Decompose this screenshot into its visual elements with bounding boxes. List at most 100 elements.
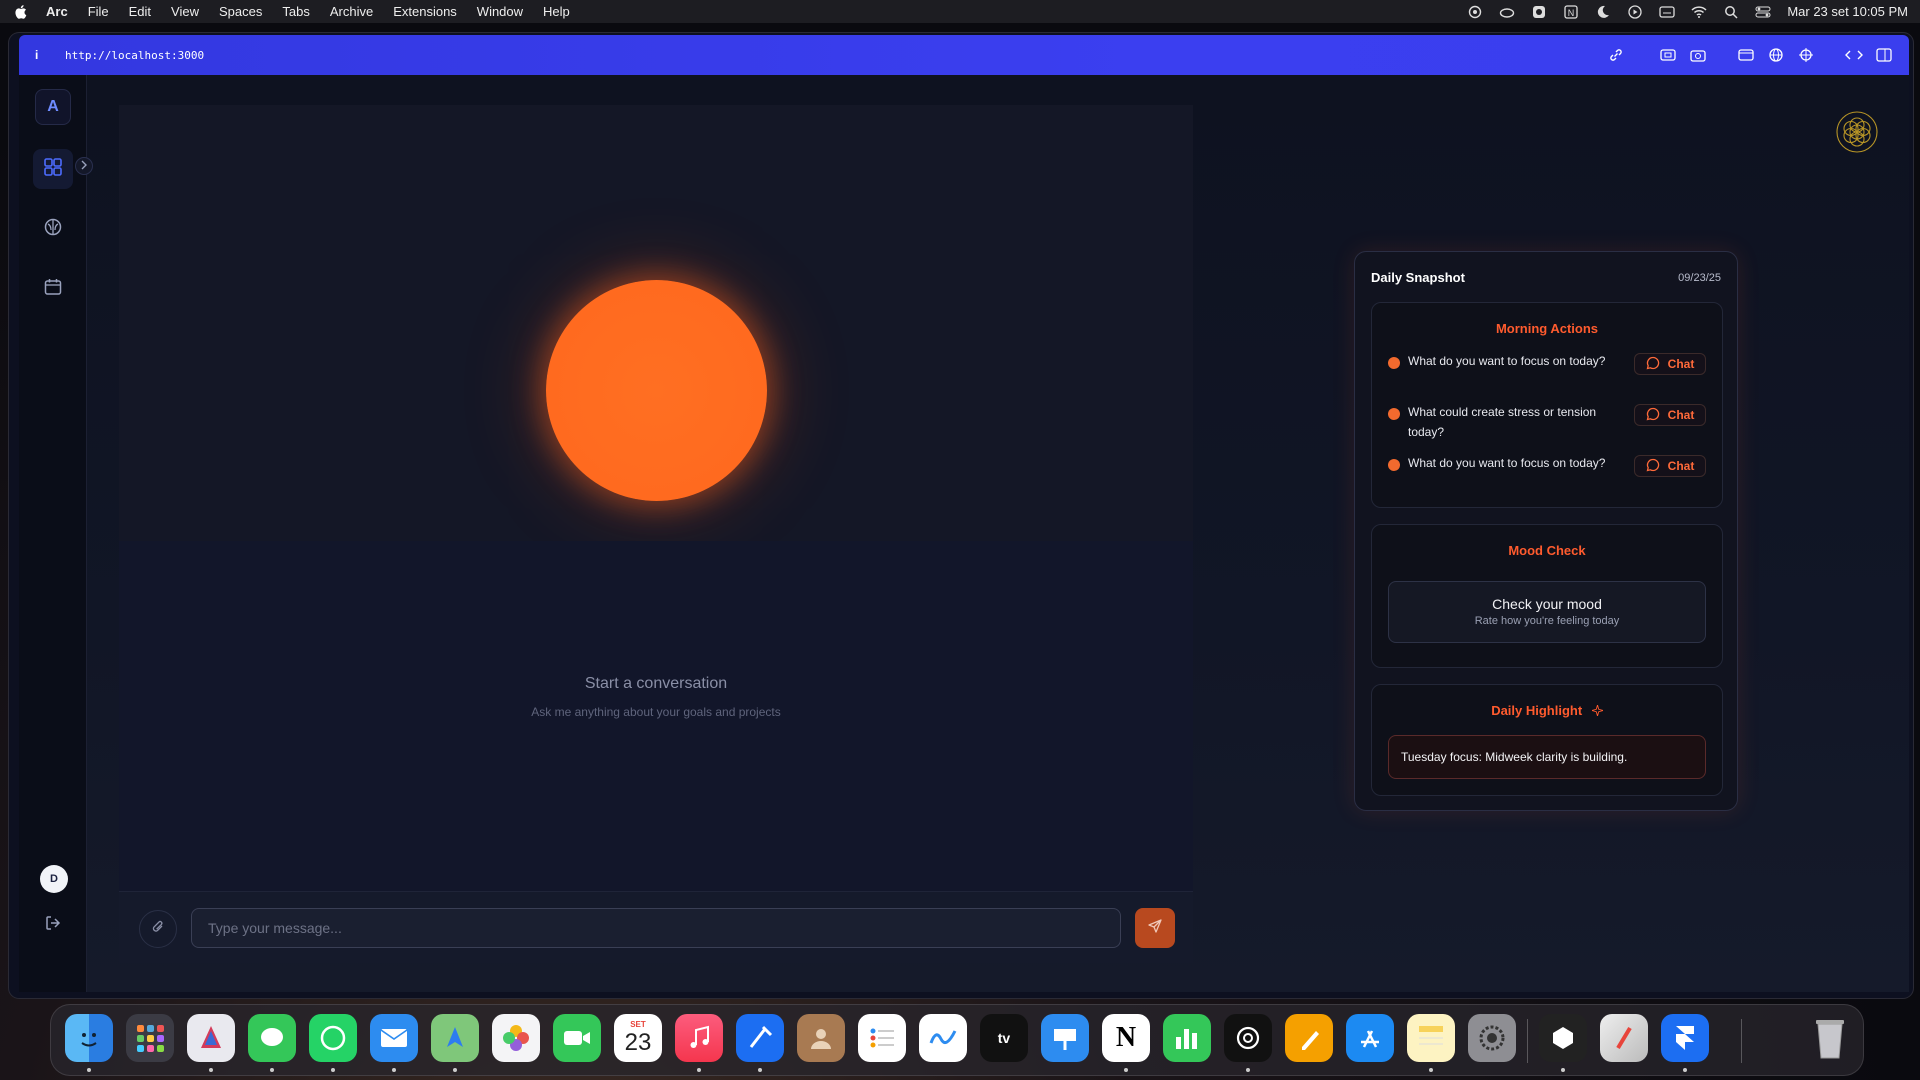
- cloud-icon[interactable]: [1499, 5, 1515, 19]
- play-icon[interactable]: [1627, 4, 1643, 19]
- xcode-icon[interactable]: [736, 1014, 784, 1062]
- chatgpt-icon[interactable]: [1224, 1014, 1272, 1062]
- check-mood-label: Check your mood: [1492, 596, 1602, 612]
- search-icon[interactable]: [1723, 5, 1739, 19]
- menu-help[interactable]: Help: [543, 4, 570, 19]
- running-indicator: [87, 1068, 91, 1072]
- contacts-icon[interactable]: [797, 1014, 845, 1062]
- running-indicator: [1124, 1068, 1128, 1072]
- openai-icon[interactable]: [1467, 5, 1483, 19]
- tv-icon[interactable]: tv: [980, 1014, 1028, 1062]
- notes-icon[interactable]: [1407, 1014, 1455, 1062]
- running-indicator: [1246, 1068, 1250, 1072]
- finder-icon[interactable]: [65, 1014, 113, 1062]
- dock-separator: [1527, 1019, 1528, 1063]
- attach-button[interactable]: [139, 910, 177, 948]
- sidebar-item-dashboard[interactable]: [33, 149, 73, 189]
- menu-archive[interactable]: Archive: [330, 4, 373, 19]
- messages-icon[interactable]: [248, 1014, 296, 1062]
- notion-icon[interactable]: N: [1563, 4, 1579, 19]
- music-icon[interactable]: [675, 1014, 723, 1062]
- freeform-icon[interactable]: [919, 1014, 967, 1062]
- keynote-icon[interactable]: [1041, 1014, 1089, 1062]
- sidebar-item-brain[interactable]: [33, 209, 73, 249]
- window-icon[interactable]: [1737, 46, 1755, 64]
- running-indicator: [270, 1068, 274, 1072]
- dock-separator: [1741, 1019, 1742, 1063]
- menu-edit[interactable]: Edit: [129, 4, 151, 19]
- calendar-app-icon[interactable]: SET 23: [614, 1014, 662, 1062]
- framer-icon[interactable]: [1661, 1014, 1709, 1062]
- chat-button-label: Chat: [1667, 357, 1695, 371]
- chat-bubble-icon: [1646, 458, 1660, 475]
- wifi-icon[interactable]: [1691, 5, 1707, 19]
- message-input[interactable]: [191, 908, 1121, 948]
- dock: SET 23 tv N: [50, 1004, 1864, 1076]
- chat-button[interactable]: Chat: [1634, 353, 1706, 375]
- code-icon[interactable]: [1845, 46, 1863, 64]
- menu-view[interactable]: View: [171, 4, 199, 19]
- bot-icon[interactable]: [1531, 5, 1547, 19]
- flower-of-life-icon[interactable]: [1835, 110, 1879, 154]
- whatsapp-icon[interactable]: [309, 1014, 357, 1062]
- action-text: What could create stress or tension toda…: [1408, 405, 1597, 439]
- app-store-icon[interactable]: [1346, 1014, 1394, 1062]
- system-settings-icon[interactable]: [1468, 1014, 1516, 1062]
- menu-tabs[interactable]: Tabs: [282, 4, 309, 19]
- moon-icon[interactable]: [1595, 5, 1611, 19]
- site-info-icon[interactable]: i: [35, 48, 55, 62]
- url-text[interactable]: http://localhost:3000: [65, 49, 204, 62]
- menu-extensions[interactable]: Extensions: [393, 4, 457, 19]
- trash-icon[interactable]: [1806, 1014, 1854, 1062]
- logout-icon[interactable]: [43, 913, 63, 933]
- launchpad-icon[interactable]: [126, 1014, 174, 1062]
- maps-icon[interactable]: [431, 1014, 479, 1062]
- morning-actions-section: Morning Actions What do you want to focu…: [1371, 302, 1723, 508]
- copy-link-icon[interactable]: [1607, 46, 1625, 64]
- globe-icon[interactable]: [1767, 46, 1785, 64]
- bezel-icon[interactable]: [1539, 1014, 1587, 1062]
- control-center-icon[interactable]: [1755, 5, 1771, 19]
- notion-app-icon[interactable]: N: [1102, 1014, 1150, 1062]
- craft-icon[interactable]: [187, 1014, 235, 1062]
- send-button[interactable]: [1135, 908, 1175, 948]
- daily-highlight-header: Daily Highlight: [1372, 703, 1722, 719]
- split-view-icon[interactable]: [1875, 46, 1893, 64]
- chat-button[interactable]: Chat: [1634, 455, 1706, 477]
- menu-clock[interactable]: Mar 23 set 10:05 PM: [1787, 4, 1908, 19]
- running-indicator: [1561, 1068, 1565, 1072]
- camera-icon[interactable]: [1689, 46, 1707, 64]
- facetime-icon[interactable]: [553, 1014, 601, 1062]
- reminders-icon[interactable]: [858, 1014, 906, 1062]
- sidebar-item-calendar[interactable]: [33, 269, 73, 309]
- url-bar[interactable]: i http://localhost:3000: [19, 35, 1909, 75]
- menu-file[interactable]: File: [88, 4, 109, 19]
- numbers-icon[interactable]: [1163, 1014, 1211, 1062]
- orb-area: [119, 105, 1193, 541]
- menu-window[interactable]: Window: [477, 4, 523, 19]
- sidebar-collapse-button[interactable]: [75, 157, 93, 175]
- app-logo[interactable]: A: [35, 89, 71, 125]
- app-content: A D Type your message... Start a convers…: [19, 75, 1909, 992]
- pencil-app-icon[interactable]: [1600, 1014, 1648, 1062]
- menu-bar: Arc File Edit View Spaces Tabs Archive E…: [0, 0, 1920, 23]
- user-avatar[interactable]: D: [40, 865, 68, 893]
- browser-window: i http://localhost:3000 A D Type your me…: [9, 33, 1913, 998]
- assistant-orb[interactable]: [546, 280, 767, 501]
- snapshot-title: Daily Snapshot: [1371, 270, 1465, 285]
- pages-icon[interactable]: [1285, 1014, 1333, 1062]
- menu-app-name[interactable]: Arc: [46, 4, 68, 19]
- morning-action-item: What do you want to focus on today? Chat: [1388, 351, 1708, 391]
- capture-icon[interactable]: [1659, 46, 1677, 64]
- apple-icon[interactable]: [12, 4, 28, 20]
- chat-button[interactable]: Chat: [1634, 404, 1706, 426]
- mail-icon[interactable]: [370, 1014, 418, 1062]
- highlight-text[interactable]: Tuesday focus: Midweek clarity is buildi…: [1388, 735, 1706, 779]
- menu-spaces[interactable]: Spaces: [219, 4, 262, 19]
- keyboard-icon[interactable]: [1659, 5, 1675, 19]
- target-icon[interactable]: [1797, 46, 1815, 64]
- calendar-day: 23: [624, 1029, 652, 1056]
- check-mood-button[interactable]: Check your mood Rate how you're feeling …: [1388, 581, 1706, 643]
- running-indicator: [209, 1068, 213, 1072]
- photos-icon[interactable]: [492, 1014, 540, 1062]
